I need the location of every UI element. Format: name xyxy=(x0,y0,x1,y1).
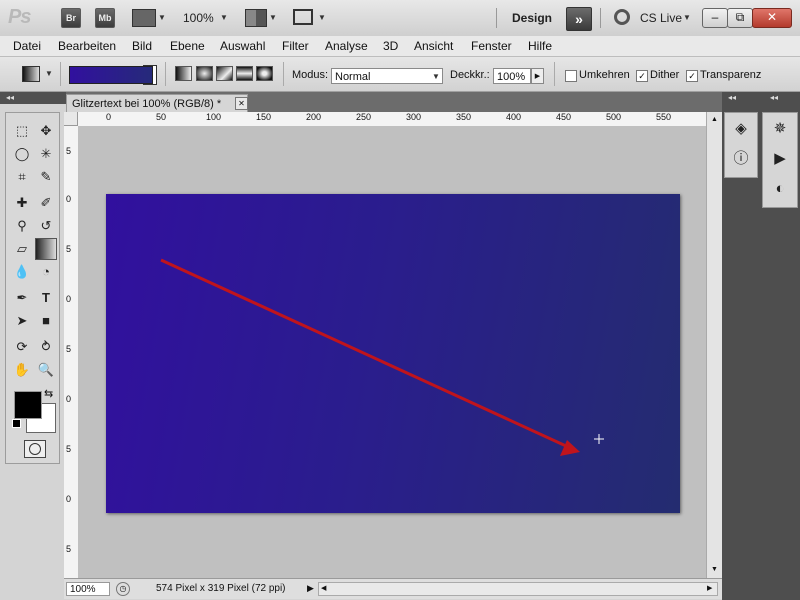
navigator-icon[interactable]: ✵ xyxy=(770,119,790,139)
scroll-down-icon[interactable]: ▼ xyxy=(711,566,718,573)
horizontal-scrollbar[interactable]: ◀ ▶ xyxy=(318,582,718,596)
status-zoom-input[interactable]: 100% xyxy=(66,582,110,596)
expand-panel-icon[interactable]: ◂◂ xyxy=(728,93,736,102)
scroll-right-icon[interactable]: ▶ xyxy=(707,584,712,592)
layers-icon[interactable]: ◈ xyxy=(731,119,751,139)
adjustments-icon[interactable]: ◐ xyxy=(770,179,790,199)
status-clock-icon[interactable]: ◷ xyxy=(116,582,130,596)
panel-column-2: ✵ ▶ ◐ xyxy=(762,112,798,208)
panel-column-1: ◈ ⓘ xyxy=(724,112,758,178)
vertical-scrollbar[interactable]: ▲ ▼ xyxy=(706,112,723,578)
scroll-left-icon[interactable]: ◀ xyxy=(321,584,326,592)
status-menu-arrow-icon[interactable]: ▶ xyxy=(307,583,314,594)
scroll-up-icon[interactable]: ▲ xyxy=(711,116,718,123)
status-bar: 100% ◷ 574 Pixel x 319 Pixel (72 ppi) ▶ … xyxy=(64,578,722,599)
info-icon[interactable]: ⓘ xyxy=(731,149,751,169)
expand-panel-icon[interactable]: ◂◂ xyxy=(770,93,778,102)
arrow-head-icon xyxy=(560,440,580,456)
right-panel-dock: ◂◂ ◂◂ ◈ ⓘ ✵ ▶ ◐ xyxy=(722,92,800,600)
actions-icon[interactable]: ▶ xyxy=(770,149,790,169)
gradient-drag-line xyxy=(160,258,567,448)
crosshair-cursor-icon xyxy=(594,434,604,444)
document-info: 574 Pixel x 319 Pixel (72 ppi) xyxy=(156,583,286,594)
gradient-drag-arrow xyxy=(160,258,604,456)
